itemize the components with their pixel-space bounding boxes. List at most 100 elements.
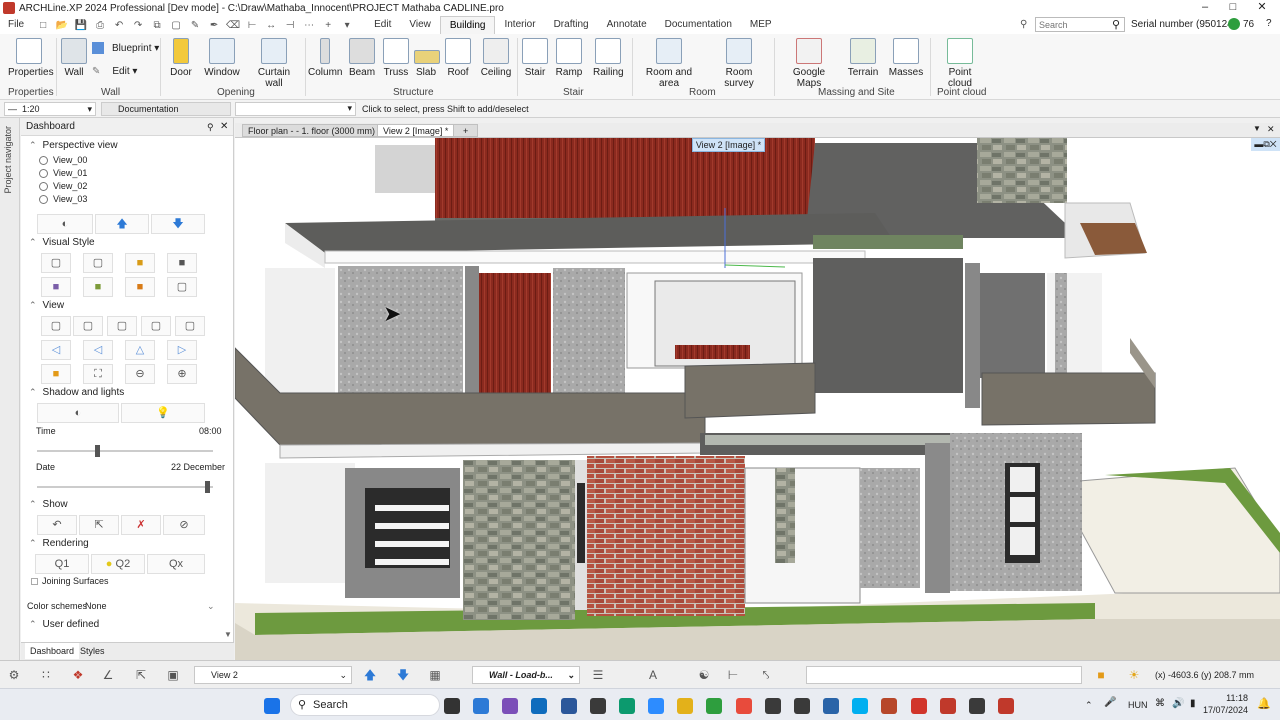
render-qx-button[interactable]: Qx <box>147 554 205 574</box>
render-icon[interactable]: ■ <box>1091 666 1111 684</box>
column-button[interactable]: Column <box>308 38 342 78</box>
tab-documentation[interactable]: Documentation <box>656 16 741 34</box>
view-left-icon[interactable]: ▢ <box>107 316 137 336</box>
project-navigator-strip[interactable]: Project navigator <box>0 118 20 660</box>
wall-button[interactable]: Wall <box>60 38 88 78</box>
dropdown-icon[interactable]: ▾ <box>339 18 355 32</box>
command-input[interactable] <box>806 666 1082 684</box>
arrow-up-icon[interactable]: 🡅 <box>360 666 380 684</box>
edge-icon[interactable] <box>619 698 635 714</box>
light-bulb-icon[interactable]: 💡 <box>121 403 205 423</box>
tab-building[interactable]: Building <box>439 16 496 34</box>
archline-app-icon[interactable] <box>473 698 489 714</box>
visual-studio-icon[interactable] <box>502 698 518 714</box>
view-item[interactable]: View_00 <box>39 155 87 165</box>
render-q2-button[interactable]: ● Q2 <box>91 554 145 574</box>
perspective-view-header[interactable]: Perspective view <box>29 140 118 151</box>
scroll-down-icon[interactable]: ▼ <box>224 630 232 639</box>
ramp-button[interactable]: Ramp <box>555 38 583 78</box>
pin-icon[interactable]: ⚲ <box>1020 19 1027 30</box>
properties-button[interactable]: Properties <box>8 38 54 78</box>
grid-icon[interactable]: ∷ <box>36 666 56 684</box>
acrobat-icon[interactable] <box>911 698 927 714</box>
roof-button[interactable]: Roof <box>444 38 472 78</box>
dim-icon[interactable]: ⊢ <box>244 18 260 32</box>
curtain-wall-button[interactable]: Curtain wall <box>248 38 300 89</box>
realistic-icon[interactable]: ■ <box>41 277 71 297</box>
room-and-area-button[interactable]: Room and area <box>636 38 702 89</box>
zoom-extents-icon[interactable]: ⛶ <box>83 364 113 384</box>
window-button[interactable]: Window <box>203 38 241 78</box>
chevron-down-icon[interactable]: ⌄ <box>207 601 215 612</box>
tabs-menu-icon[interactable]: ▼ <box>1253 124 1261 133</box>
tab-view-2[interactable]: View 2 [Image] * <box>377 124 455 137</box>
app-22-icon[interactable] <box>590 698 606 714</box>
tab-mep[interactable]: MEP <box>741 16 781 34</box>
blueprint-button[interactable]: Blueprint ▾ <box>92 42 159 54</box>
layers-icon[interactable]: ☰ <box>588 666 608 684</box>
3d-viewport[interactable]: View 2 [Image] * ➤ ▬⧉✕ <box>234 123 1280 660</box>
notification-icon[interactable]: 🔔 <box>1257 697 1271 710</box>
app-24b-icon[interactable] <box>794 698 810 714</box>
delete-icon[interactable]: ⌫ <box>225 18 241 32</box>
chrome-icon[interactable] <box>736 698 752 714</box>
time-slider[interactable] <box>37 445 213 457</box>
save-icon[interactable]: 💾 <box>73 18 89 32</box>
open-icon[interactable]: 📂 <box>54 18 70 32</box>
view-header[interactable]: View <box>29 300 65 311</box>
show-header[interactable]: Show <box>29 499 68 510</box>
user-defined-header[interactable]: User defined <box>29 619 100 630</box>
paste-icon[interactable]: ▢ <box>168 18 184 32</box>
scale-select[interactable]: — 1:20 ▾ <box>4 102 96 116</box>
tab-styles[interactable]: Styles <box>75 643 110 659</box>
room-survey-button[interactable]: Room survey <box>711 38 767 89</box>
clock-time[interactable]: 11:18 <box>1210 693 1248 703</box>
search-icon[interactable]: ⚲ <box>1112 18 1120 31</box>
option-dropdown[interactable]: ▾ <box>235 102 356 116</box>
windows-start-icon[interactable] <box>264 698 280 714</box>
grid-icon[interactable]: ⋯ <box>301 18 317 32</box>
tab-dashboard[interactable]: Dashboard <box>25 643 80 659</box>
shadow-lights-header[interactable]: Shadow and lights <box>29 387 125 398</box>
show-undo-icon[interactable]: ↶ <box>37 515 77 535</box>
tab-edit[interactable]: Edit <box>365 16 400 34</box>
rendering-header[interactable]: Rendering <box>29 538 89 549</box>
texture-icon[interactable]: ■ <box>83 277 113 297</box>
word-icon[interactable] <box>561 698 577 714</box>
edit-button[interactable]: ✎ Edit ▾ <box>92 66 137 77</box>
magnet-icon[interactable]: ❖ <box>68 666 88 684</box>
skype-icon[interactable] <box>852 698 868 714</box>
color-schemes-value[interactable]: None <box>85 601 107 611</box>
view-item[interactable]: View_03 <box>39 194 87 204</box>
layer-filter-icon[interactable]: ▦ <box>425 666 445 684</box>
door-button[interactable]: Door <box>166 38 196 78</box>
angle-icon[interactable]: ∠ <box>98 666 118 684</box>
move-down-icon[interactable]: 🡇 <box>151 214 205 234</box>
render-style-icon[interactable]: ■ <box>125 277 155 297</box>
measure-icon[interactable]: ↔ <box>263 18 279 32</box>
visual-style-header[interactable]: Visual Style <box>29 237 95 248</box>
tab-interior[interactable]: Interior <box>495 16 544 34</box>
file-explorer-icon[interactable] <box>677 698 693 714</box>
tab-annotate[interactable]: Annotate <box>598 16 656 34</box>
snap-line-icon[interactable]: ⤣ <box>756 666 776 684</box>
view-item[interactable]: View_01 <box>39 168 87 178</box>
shaded-icon[interactable]: ■ <box>125 253 155 273</box>
ceiling-button[interactable]: Ceiling <box>480 38 512 78</box>
iso-sw-icon[interactable]: ◁ <box>41 340 71 360</box>
status-indicator-icon[interactable] <box>1228 18 1240 30</box>
date-slider-thumb[interactable] <box>205 481 210 493</box>
move-up-icon[interactable]: 🡅 <box>95 214 149 234</box>
task-view-icon[interactable] <box>444 698 460 714</box>
close-view-icon[interactable]: ✕ <box>1267 124 1275 135</box>
tab-view[interactable]: View <box>400 16 440 34</box>
app-blue-icon[interactable] <box>823 698 839 714</box>
taskbar-search[interactable]: ⚲ Search <box>290 694 440 716</box>
scale-icon[interactable]: ☯ <box>694 666 714 684</box>
dimension-icon[interactable]: ⊢ <box>723 666 743 684</box>
date-slider[interactable] <box>37 481 213 493</box>
slab-button[interactable]: Slab <box>414 38 440 78</box>
file-menu[interactable]: File <box>0 16 32 34</box>
iso-ne-icon[interactable]: △ <box>125 340 155 360</box>
terrain-button[interactable]: Terrain <box>846 38 880 78</box>
